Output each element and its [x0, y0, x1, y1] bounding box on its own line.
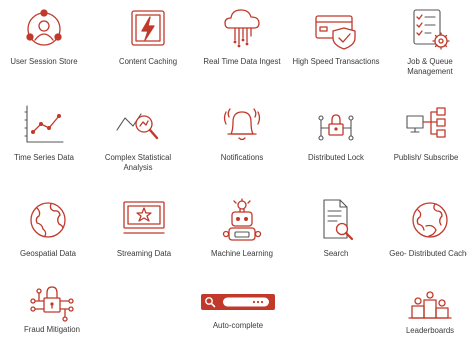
- tile-label: Streaming Data: [116, 249, 172, 258]
- video-star-icon: [119, 196, 169, 246]
- tile-distributed-lock: Distributed Lock: [290, 100, 382, 163]
- tile-label: Distributed Lock: [308, 153, 364, 162]
- card-shield-icon: [311, 4, 361, 54]
- tile-notifications: Notifications: [196, 100, 288, 163]
- tile-time-series-data: Time Series Data: [0, 100, 90, 163]
- tile-label: Geospatial Data: [20, 249, 76, 258]
- tile-search: Search: [290, 196, 382, 259]
- autocomplete-search-bar-icon: [201, 294, 275, 310]
- tile-user-session-store: User Session Store: [0, 4, 90, 67]
- tile-geo-distributed-cache: Geo- Distributed Cache: [384, 196, 467, 259]
- tile-complex-statistical-analysis: Complex Statistical Analysis: [92, 100, 184, 173]
- tile-fraud-mitigation: Fraud Mitigation: [6, 281, 98, 335]
- tile-real-time-data-ingest: Real Time Data Ingest: [196, 4, 288, 67]
- tile-publish-subscribe: Publish/ Subscribe: [380, 100, 467, 163]
- tile-label: Fraud Mitigation: [24, 325, 80, 334]
- tile-label: Complex Statistical Analysis: [104, 153, 172, 172]
- tile-leaderboards: Leaderboards: [384, 290, 467, 336]
- tile-machine-learning: Machine Learning: [196, 196, 288, 259]
- tile-label: Geo- Distributed Cache: [389, 249, 467, 258]
- tile-job-queue-management: Job & Queue Management: [384, 4, 467, 77]
- robot-icon: [217, 196, 267, 246]
- tile-content-caching: Content Caching: [102, 4, 194, 67]
- tile-label: Auto-complete: [212, 321, 264, 330]
- publish-subscribe-icon: [401, 100, 451, 150]
- bell-icon: [217, 100, 267, 150]
- tile-label: Notifications: [220, 153, 264, 162]
- cloud-ingest-icon: [217, 4, 267, 48]
- user-network-icon: [19, 4, 69, 54]
- circuit-lock-icon: [27, 281, 77, 323]
- tile-label: High Speed Transactions: [292, 57, 380, 66]
- magnify-chart-icon: [113, 100, 163, 150]
- tile-label: Content Caching: [118, 57, 178, 66]
- network-lock-icon: [311, 100, 361, 150]
- tile-geospatial-data: Geospatial Data: [2, 196, 94, 259]
- globe-icon: [23, 196, 73, 246]
- tile-label: Real Time Data Ingest: [203, 57, 281, 66]
- globe-cache-icon: [405, 196, 455, 246]
- checklist-gear-icon: [405, 4, 455, 54]
- podium-icon: [405, 290, 455, 320]
- tile-label: User Session Store: [10, 57, 78, 66]
- tile-label: Leaderboards: [405, 326, 455, 335]
- search-document-icon: [311, 196, 361, 246]
- tile-label: Publish/ Subscribe: [393, 153, 459, 162]
- bolt-box-icon: [123, 4, 173, 54]
- tile-label: Job & Queue Management: [407, 57, 453, 76]
- tile-streaming-data: Streaming Data: [98, 196, 190, 259]
- tile-label: Search: [323, 249, 349, 258]
- tile-high-speed-transactions: High Speed Transactions: [290, 4, 382, 67]
- time-series-chart-icon: [19, 100, 69, 150]
- tile-auto-complete: Auto-complete: [192, 292, 284, 331]
- tile-label: Time Series Data: [14, 153, 74, 162]
- tile-label: Machine Learning: [211, 249, 273, 258]
